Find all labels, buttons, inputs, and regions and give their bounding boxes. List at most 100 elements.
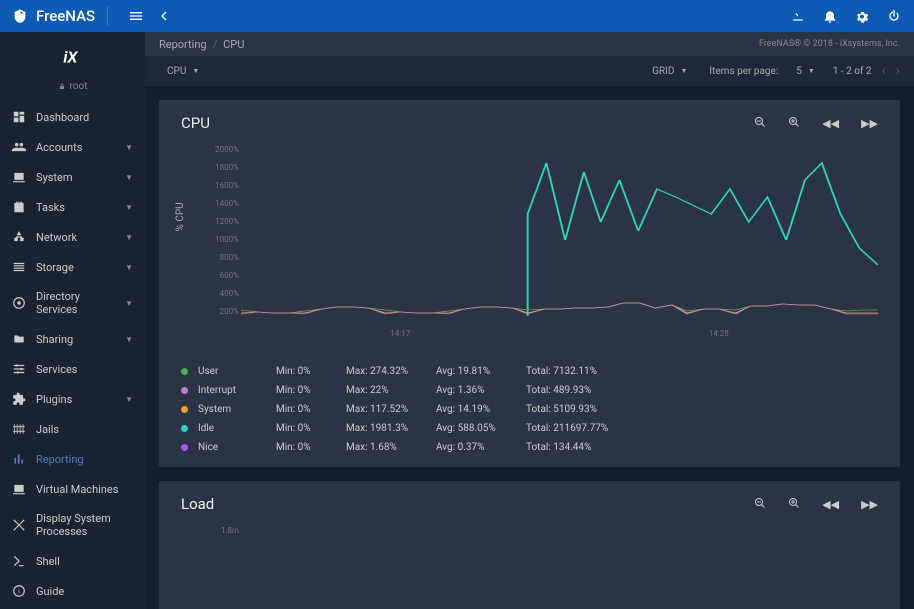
series-color-dot	[181, 387, 188, 394]
chevron-down-icon: ▼	[125, 233, 133, 242]
sidebar-item-display-system-processes[interactable]: Display System Processes	[0, 504, 145, 546]
legend-row: Idle Min: 0% Max: 1981.3% Avg: 588.05% T…	[181, 423, 878, 434]
series-max: Max: 1.68%	[346, 442, 436, 453]
series-color-dot	[181, 406, 188, 413]
power-icon[interactable]	[886, 8, 902, 24]
sidebar-item-guide[interactable]: i Guide	[0, 576, 145, 606]
category-dropdown[interactable]: CPU▼	[159, 62, 207, 81]
download-icon[interactable]	[790, 8, 806, 24]
zoom-out-icon[interactable]	[754, 497, 766, 512]
sidebar-item-system[interactable]: System ▼	[0, 162, 145, 192]
series-max: Max: 1981.3%	[346, 423, 436, 434]
panel-title: CPU	[181, 114, 210, 132]
chevron-down-icon: ▼	[125, 299, 133, 308]
series-min: Min: 0%	[276, 442, 346, 453]
sidebar-item-label: Shell	[36, 555, 133, 568]
sidebar-item-label: Guide	[36, 585, 133, 598]
series-max: Max: 22%	[346, 385, 436, 396]
series-total: Total: 134.44%	[526, 442, 591, 453]
legend: User Min: 0% Max: 274.32% Avg: 19.81% To…	[181, 366, 878, 453]
items-per-page-dropdown[interactable]: 5▼	[788, 62, 823, 81]
series-total: Total: 7132.11%	[526, 366, 597, 377]
sidebar-item-dashboard[interactable]: Dashboard	[0, 102, 145, 132]
sidebar-item-directory-services[interactable]: Directory Services ▼	[0, 282, 145, 324]
sidebar-item-sharing[interactable]: Sharing ▼	[0, 324, 145, 354]
zoom-in-icon[interactable]	[788, 116, 800, 131]
panel-load: Load ◀◀ ▶▶ 1.8m1.6m	[159, 481, 900, 609]
sidebar-item-label: Sharing	[36, 333, 115, 346]
reporting-icon	[12, 452, 26, 466]
series-name: System	[198, 404, 276, 415]
series-avg: Avg: 0.37%	[436, 442, 526, 453]
product-name: FreeNAS	[36, 7, 95, 25]
copyright: FreeNAS® © 2018 - iXsystems, Inc.	[759, 39, 900, 49]
series-name: User	[198, 366, 276, 377]
sidebar-item-plugins[interactable]: Plugins ▼	[0, 384, 145, 414]
sidebar-item-label: System	[36, 171, 115, 184]
zoom-in-icon[interactable]	[788, 497, 800, 512]
logo-area: FreeNAS	[12, 7, 95, 25]
chevron-down-icon: ▼	[125, 173, 133, 182]
series-total: Total: 5109.93%	[526, 404, 597, 415]
sidebar-item-reporting[interactable]: Reporting	[0, 444, 145, 474]
sidebar-item-label: Reporting	[36, 453, 133, 466]
legend-row: Nice Min: 0% Max: 1.68% Avg: 0.37% Total…	[181, 442, 878, 453]
step-back-icon[interactable]: ◀◀	[822, 117, 839, 130]
crumb-root[interactable]: Reporting	[159, 38, 207, 51]
ix-logo: iX	[0, 44, 145, 73]
sidebar-item-services[interactable]: Services	[0, 354, 145, 384]
chevron-down-icon: ▼	[125, 203, 133, 212]
system-icon	[12, 170, 26, 184]
sidebar-item-shell[interactable]: Shell	[0, 546, 145, 576]
y-axis-label: % CPU	[175, 202, 186, 231]
legend-row: System Min: 0% Max: 117.52% Avg: 14.19% …	[181, 404, 878, 415]
services-icon	[12, 362, 26, 376]
step-fwd-icon[interactable]: ▶▶	[861, 498, 878, 511]
sidebar-item-tasks[interactable]: Tasks ▼	[0, 192, 145, 222]
view-dropdown[interactable]: GRID▼	[644, 62, 695, 81]
dashboard-icon	[12, 110, 26, 124]
filter-bar: CPU▼ GRID▼ Items per page: 5▼ 1 - 2 of 2…	[145, 56, 914, 86]
prev-page[interactable]: ‹	[882, 63, 886, 79]
gear-icon[interactable]	[854, 8, 870, 24]
bell-icon[interactable]	[822, 8, 838, 24]
back-icon[interactable]	[156, 8, 172, 24]
sidebar: iX root Dashboard Accounts ▼ System ▼ Ta…	[0, 32, 145, 609]
series-min: Min: 0%	[276, 423, 346, 434]
series-min: Min: 0%	[276, 385, 346, 396]
zoom-out-icon[interactable]	[754, 116, 766, 131]
step-back-icon[interactable]: ◀◀	[822, 498, 839, 511]
menu-icon[interactable]	[128, 8, 144, 24]
crumb-leaf: CPU	[223, 38, 244, 51]
user-indicator: root	[0, 81, 145, 92]
sidebar-item-network[interactable]: Network ▼	[0, 222, 145, 252]
step-fwd-icon[interactable]: ▶▶	[861, 117, 878, 130]
series-min: Min: 0%	[276, 404, 346, 415]
sidebar-item-accounts[interactable]: Accounts ▼	[0, 132, 145, 162]
sidebar-item-label: Plugins	[36, 393, 115, 406]
sidebar-item-storage[interactable]: Storage ▼	[0, 252, 145, 282]
sidebar-item-label: Network	[36, 231, 115, 244]
accounts-icon	[12, 140, 26, 154]
breadcrumb-bar: Reporting / CPU FreeNAS® © 2018 - iXsyst…	[145, 32, 914, 56]
series-avg: Avg: 14.19%	[436, 404, 526, 415]
series-color-dot	[181, 368, 188, 375]
series-color-dot	[181, 425, 188, 432]
procs-icon	[12, 518, 26, 532]
sidebar-item-label: Display System Processes	[36, 512, 133, 538]
series-max: Max: 274.32%	[346, 366, 436, 377]
sharing-icon	[12, 332, 26, 346]
sidebar-item-jails[interactable]: Jails	[0, 414, 145, 444]
network-icon	[12, 230, 26, 244]
legend-row: Interrupt Min: 0% Max: 22% Avg: 1.36% To…	[181, 385, 878, 396]
next-page[interactable]: ›	[896, 63, 900, 79]
shell-icon	[12, 554, 26, 568]
jails-icon	[12, 422, 26, 436]
sidebar-item-label: Storage	[36, 261, 115, 274]
sidebar-item-virtual-machines[interactable]: Virtual Machines	[0, 474, 145, 504]
series-name: Idle	[198, 423, 276, 434]
series-total: Total: 211697.77%	[526, 423, 608, 434]
pager: Items per page: 5▼ 1 - 2 of 2 ‹ ›	[709, 62, 900, 81]
main: Reporting / CPU FreeNAS® © 2018 - iXsyst…	[145, 32, 914, 609]
tasks-icon	[12, 200, 26, 214]
